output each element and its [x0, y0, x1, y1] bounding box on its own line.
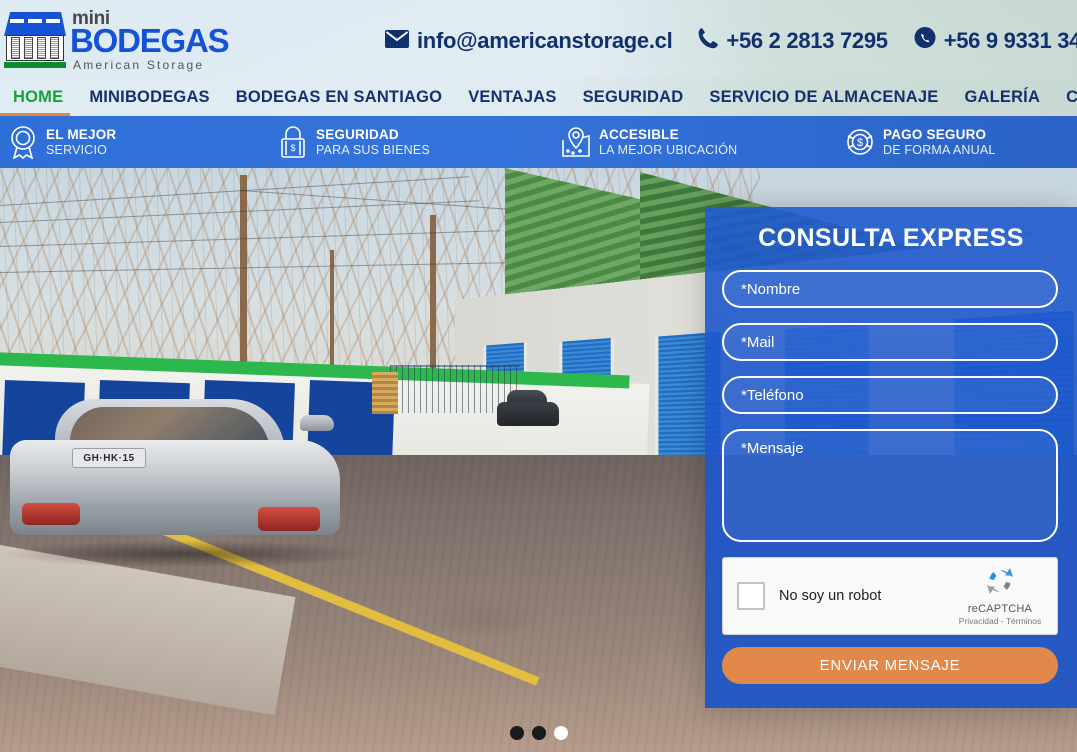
nav-item-minibodegas[interactable]: MINIBODEGAS [76, 78, 222, 116]
enviar-mensaje-button[interactable]: ENVIAR MENSAJE [722, 647, 1058, 684]
telefono-input[interactable] [722, 376, 1058, 414]
car-mirror [300, 415, 334, 431]
padlock-icon: $ [270, 125, 316, 159]
warehouse-icon [4, 10, 66, 68]
form-title: CONSULTA EXPRESS [758, 224, 1024, 252]
nav-item-bodegas-en-santiago[interactable]: BODEGAS EN SANTIAGO [223, 78, 455, 116]
page-root: GH·HK·15 mini BODEGAS American Storage i… [0, 0, 1077, 752]
whatsapp-icon [914, 27, 936, 55]
award-badge-icon [0, 125, 46, 159]
nav-item-ventajas[interactable]: VENTAJAS [455, 78, 569, 116]
logo-bodegas-text: BODEGAS [70, 22, 230, 59]
feature-subtitle: PARA SUS BIENES [316, 142, 430, 157]
feature-title: PAGO SEGURO [883, 127, 987, 143]
distant-car [497, 390, 559, 426]
header-contacts: info@americanstorage.cl +56 2 2813 7295 … [385, 24, 1077, 58]
feature-subtitle: SERVICIO [46, 142, 108, 157]
carousel-dots [0, 726, 1077, 740]
contact-whatsapp[interactable]: +56 9 9331 3435 [914, 27, 1077, 55]
nav-item-seguridad[interactable]: SEGURIDAD [570, 78, 697, 116]
contact-phone-text: +56 2 2813 7295 [726, 28, 888, 53]
mensaje-textarea[interactable] [722, 429, 1058, 542]
features-bar: EL MEJOR SERVICIO $ SEGURIDAD PARA SUS B… [0, 116, 1077, 168]
contact-whatsapp-text: +56 9 9331 3435 [943, 28, 1077, 53]
feature-subtitle: DE FORMA ANUAL [883, 142, 996, 157]
utility-pole [430, 215, 436, 390]
logo-tagline: American Storage [73, 58, 205, 72]
recaptcha-brand-text: reCAPTCHA [967, 603, 1033, 615]
feature-el-mejor-servicio[interactable]: EL MEJOR SERVICIO [0, 116, 270, 168]
consulta-express-panel: CONSULTA EXPRESS No soy un robot reCAPTC… [705, 207, 1077, 708]
svg-text:$: $ [290, 143, 295, 153]
feature-pago-seguro[interactable]: $ PAGO SEGURO DE FORMA ANUAL [837, 116, 1077, 168]
carousel-dot-2[interactable] [531, 726, 546, 740]
contact-email-text: info@americanstorage.cl [417, 28, 673, 53]
recaptcha-logo-icon [987, 568, 1013, 594]
main-navigation: HOME MINIBODEGAS BODEGAS EN SANTIAGO VEN… [0, 78, 1077, 116]
feature-seguridad[interactable]: $ SEGURIDAD PARA SUS BIENES [270, 116, 553, 168]
nav-item-servicio-de-almacenaje[interactable]: SERVICIO DE ALMACENAJE [696, 78, 951, 116]
nav-item-home[interactable]: HOME [0, 78, 76, 116]
contact-phone[interactable]: +56 2 2813 7295 [698, 27, 888, 55]
mail-input[interactable] [722, 323, 1058, 361]
recaptcha-checkbox[interactable] [737, 582, 765, 610]
carousel-dot-3[interactable] [553, 726, 568, 740]
nav-item-contacto[interactable]: CONTACTO [1053, 78, 1077, 116]
feature-accesible[interactable]: ACCESIBLE LA MEJOR UBICACIÓN [553, 116, 837, 168]
recaptcha-links[interactable]: Privacidad - Términos [954, 616, 1046, 626]
feature-title: ACCESIBLE [599, 127, 679, 143]
svg-text:$: $ [857, 137, 863, 149]
recaptcha-widget[interactable]: No soy un robot reCAPTCHA Privacidad - T… [722, 557, 1058, 635]
site-header: mini BODEGAS American Storage info@ameri… [0, 0, 1077, 78]
phone-icon [698, 27, 719, 55]
contact-email[interactable]: info@americanstorage.cl [385, 28, 673, 54]
dollar-coin-icon: $ [837, 126, 883, 158]
utility-pole [330, 250, 334, 380]
feature-subtitle: LA MEJOR UBICACIÓN [599, 142, 738, 157]
foreground-car [0, 385, 370, 565]
nav-item-galeria[interactable]: GALERÍA [951, 78, 1053, 116]
recaptcha-label: No soy un robot [779, 588, 882, 604]
utility-pole [240, 175, 247, 390]
envelope-icon [385, 28, 409, 54]
site-logo[interactable]: mini BODEGAS American Storage [4, 6, 230, 72]
stacked-pallets [372, 372, 398, 414]
license-plate: GH·HK·15 [72, 448, 146, 468]
nombre-input[interactable] [722, 270, 1058, 308]
feature-title: SEGURIDAD [316, 127, 399, 143]
recaptcha-branding: reCAPTCHA Privacidad - Términos [954, 566, 1046, 626]
feature-title: EL MEJOR [46, 127, 117, 143]
carousel-dot-1[interactable] [509, 726, 524, 740]
map-pin-icon [553, 125, 599, 159]
